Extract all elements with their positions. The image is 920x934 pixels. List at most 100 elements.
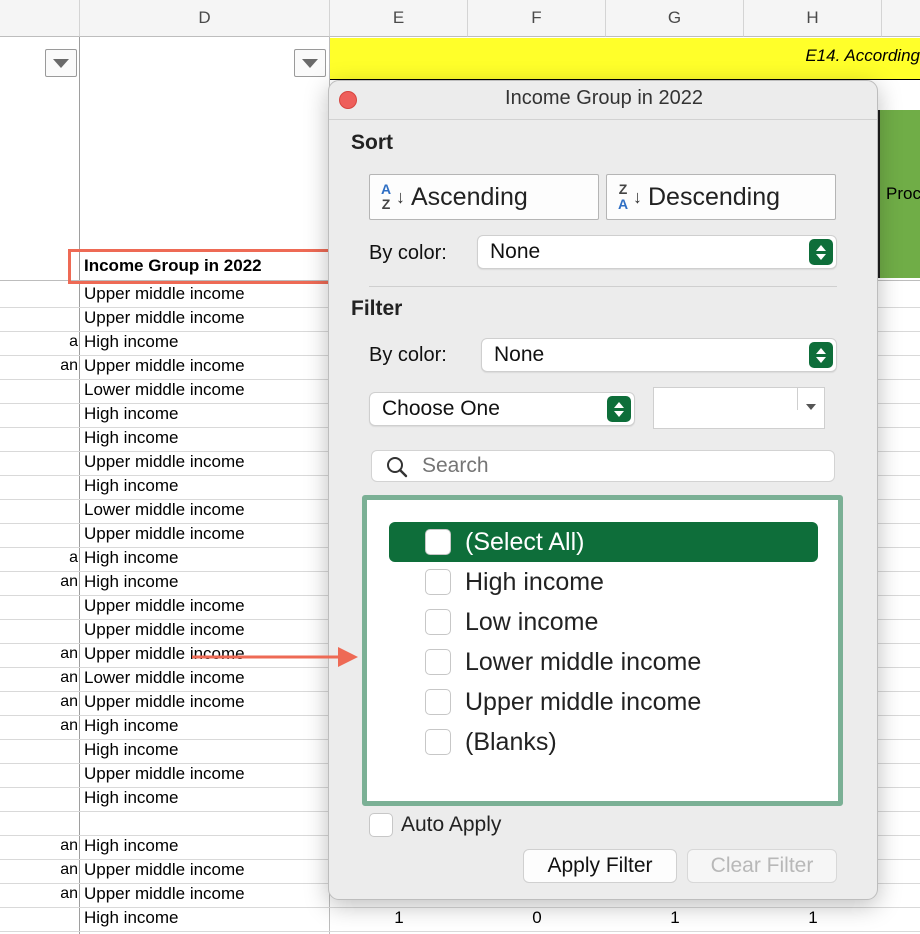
sort-by-color-select[interactable]: None (477, 235, 837, 269)
cell-country[interactable] (0, 498, 78, 522)
cell-income-group[interactable]: Lower middle income (84, 498, 328, 522)
filter-item[interactable]: High income (425, 562, 604, 602)
cell-country[interactable]: an (0, 666, 78, 690)
cell-country[interactable] (0, 786, 78, 810)
sort-glyph-bottom: A (617, 196, 629, 212)
cell-income-group[interactable]: Upper middle income (84, 354, 328, 378)
cell-country[interactable] (0, 594, 78, 618)
cell-g-value[interactable]: 1 (606, 906, 744, 930)
cell-income-group[interactable]: Upper middle income (84, 594, 328, 618)
cell-e-value[interactable]: 1 (330, 906, 468, 930)
filter-by-color-select[interactable]: None (481, 338, 837, 372)
cell-income-group[interactable]: High income (84, 834, 328, 858)
cell-income-group[interactable]: Lower middle income (84, 378, 328, 402)
cell-income-group[interactable]: High income (84, 402, 328, 426)
column-d-filter-button[interactable] (294, 49, 326, 77)
cell-country[interactable]: an (0, 690, 78, 714)
sort-by-color-value: None (490, 240, 541, 263)
cell-country[interactable]: an (0, 642, 78, 666)
header-banner-text: E14. According (805, 46, 920, 65)
cell-income-group[interactable]: Upper middle income (84, 306, 328, 330)
column-divider (79, 37, 80, 934)
cell-income-group[interactable]: High income (84, 906, 328, 930)
filter-item[interactable]: Low income (425, 602, 598, 642)
filter-item-label: (Select All) (465, 527, 585, 556)
cell-h-value[interactable]: 1 (744, 906, 882, 930)
cell-income-group[interactable]: Upper middle income (84, 858, 328, 882)
cell-income-group[interactable]: Upper middle income (84, 690, 328, 714)
cell-country[interactable]: a (0, 546, 78, 570)
checkbox[interactable] (425, 609, 451, 635)
column-header-e[interactable]: E (330, 0, 468, 37)
chevron-down-icon[interactable] (806, 404, 816, 410)
combo-divider (797, 388, 798, 410)
cell-income-group[interactable]: High income (84, 738, 328, 762)
filter-item[interactable]: Lower middle income (425, 642, 701, 682)
cell-country[interactable] (0, 474, 78, 498)
cell-income-group[interactable]: Upper middle income (84, 762, 328, 786)
cell-income-group[interactable]: High income (84, 330, 328, 354)
sort-glyph-top: A (380, 181, 392, 197)
cell-income-group[interactable]: Upper middle income (84, 450, 328, 474)
column-header-i[interactable] (882, 0, 920, 37)
cell-income-group[interactable]: Upper middle income (84, 618, 328, 642)
column-header-f[interactable]: F (468, 0, 606, 37)
checkbox[interactable] (425, 569, 451, 595)
cell-income-group[interactable]: High income (84, 714, 328, 738)
cell-country[interactable] (0, 378, 78, 402)
filter-item[interactable]: (Blanks) (425, 722, 557, 762)
cell-income-group[interactable]: Upper middle income (84, 642, 328, 666)
cell-country[interactable]: an (0, 354, 78, 378)
cell-country[interactable]: an (0, 882, 78, 906)
cell-f-value[interactable]: 0 (468, 906, 606, 930)
cell-country[interactable]: a (0, 330, 78, 354)
checkbox[interactable] (425, 649, 451, 675)
sort-descending-button[interactable]: Z A ↓ Descending (606, 174, 836, 220)
cell-country[interactable]: an (0, 834, 78, 858)
cell-income-group[interactable]: High income (84, 786, 328, 810)
column-header-g[interactable]: G (606, 0, 744, 37)
sort-ascending-button[interactable]: A Z ↓ Ascending (369, 174, 599, 220)
cell-country[interactable] (0, 810, 78, 834)
cell-income-group[interactable]: High income (84, 570, 328, 594)
cell-country[interactable]: an (0, 570, 78, 594)
search-field[interactable] (371, 450, 835, 482)
cell-country[interactable] (0, 906, 78, 930)
condition-value-combo[interactable] (653, 387, 825, 429)
column-header-h[interactable]: H (744, 0, 882, 37)
cell-income-group[interactable]: Upper middle income (84, 882, 328, 906)
column-header-c[interactable] (0, 0, 80, 37)
cell-country[interactable] (0, 618, 78, 642)
filter-item[interactable]: Upper middle income (425, 682, 701, 722)
cell-income-group[interactable] (84, 810, 328, 834)
cell-country[interactable] (0, 282, 78, 306)
cell-income-group[interactable]: Upper middle income (84, 282, 328, 306)
cell-income-group[interactable]: High income (84, 474, 328, 498)
cell-income-group[interactable]: High income (84, 546, 328, 570)
checkbox[interactable] (425, 689, 451, 715)
checkbox[interactable] (425, 529, 451, 555)
clear-filter-button[interactable]: Clear Filter (687, 849, 837, 883)
cell-income-group[interactable]: Lower middle income (84, 666, 328, 690)
cell-country[interactable] (0, 402, 78, 426)
auto-apply-checkbox[interactable] (369, 813, 393, 837)
column-header-d[interactable]: D (80, 0, 330, 37)
column-c-filter-button[interactable] (45, 49, 77, 77)
cell-country[interactable] (0, 306, 78, 330)
select-stepper-icon (809, 342, 833, 368)
cell-income-group[interactable]: Upper middle income (84, 522, 328, 546)
cell-country[interactable] (0, 762, 78, 786)
search-input[interactable] (422, 454, 822, 478)
cell-country[interactable] (0, 522, 78, 546)
arrow-down-icon: ↓ (633, 186, 642, 207)
cell-country[interactable] (0, 450, 78, 474)
apply-filter-button[interactable]: Apply Filter (523, 849, 677, 883)
filter-item-select-all[interactable]: (Select All) (425, 522, 584, 562)
condition-select[interactable]: Choose One (369, 392, 635, 426)
cell-country[interactable] (0, 738, 78, 762)
cell-country[interactable] (0, 426, 78, 450)
cell-country[interactable]: an (0, 714, 78, 738)
cell-country[interactable]: an (0, 858, 78, 882)
checkbox[interactable] (425, 729, 451, 755)
cell-income-group[interactable]: High income (84, 426, 328, 450)
